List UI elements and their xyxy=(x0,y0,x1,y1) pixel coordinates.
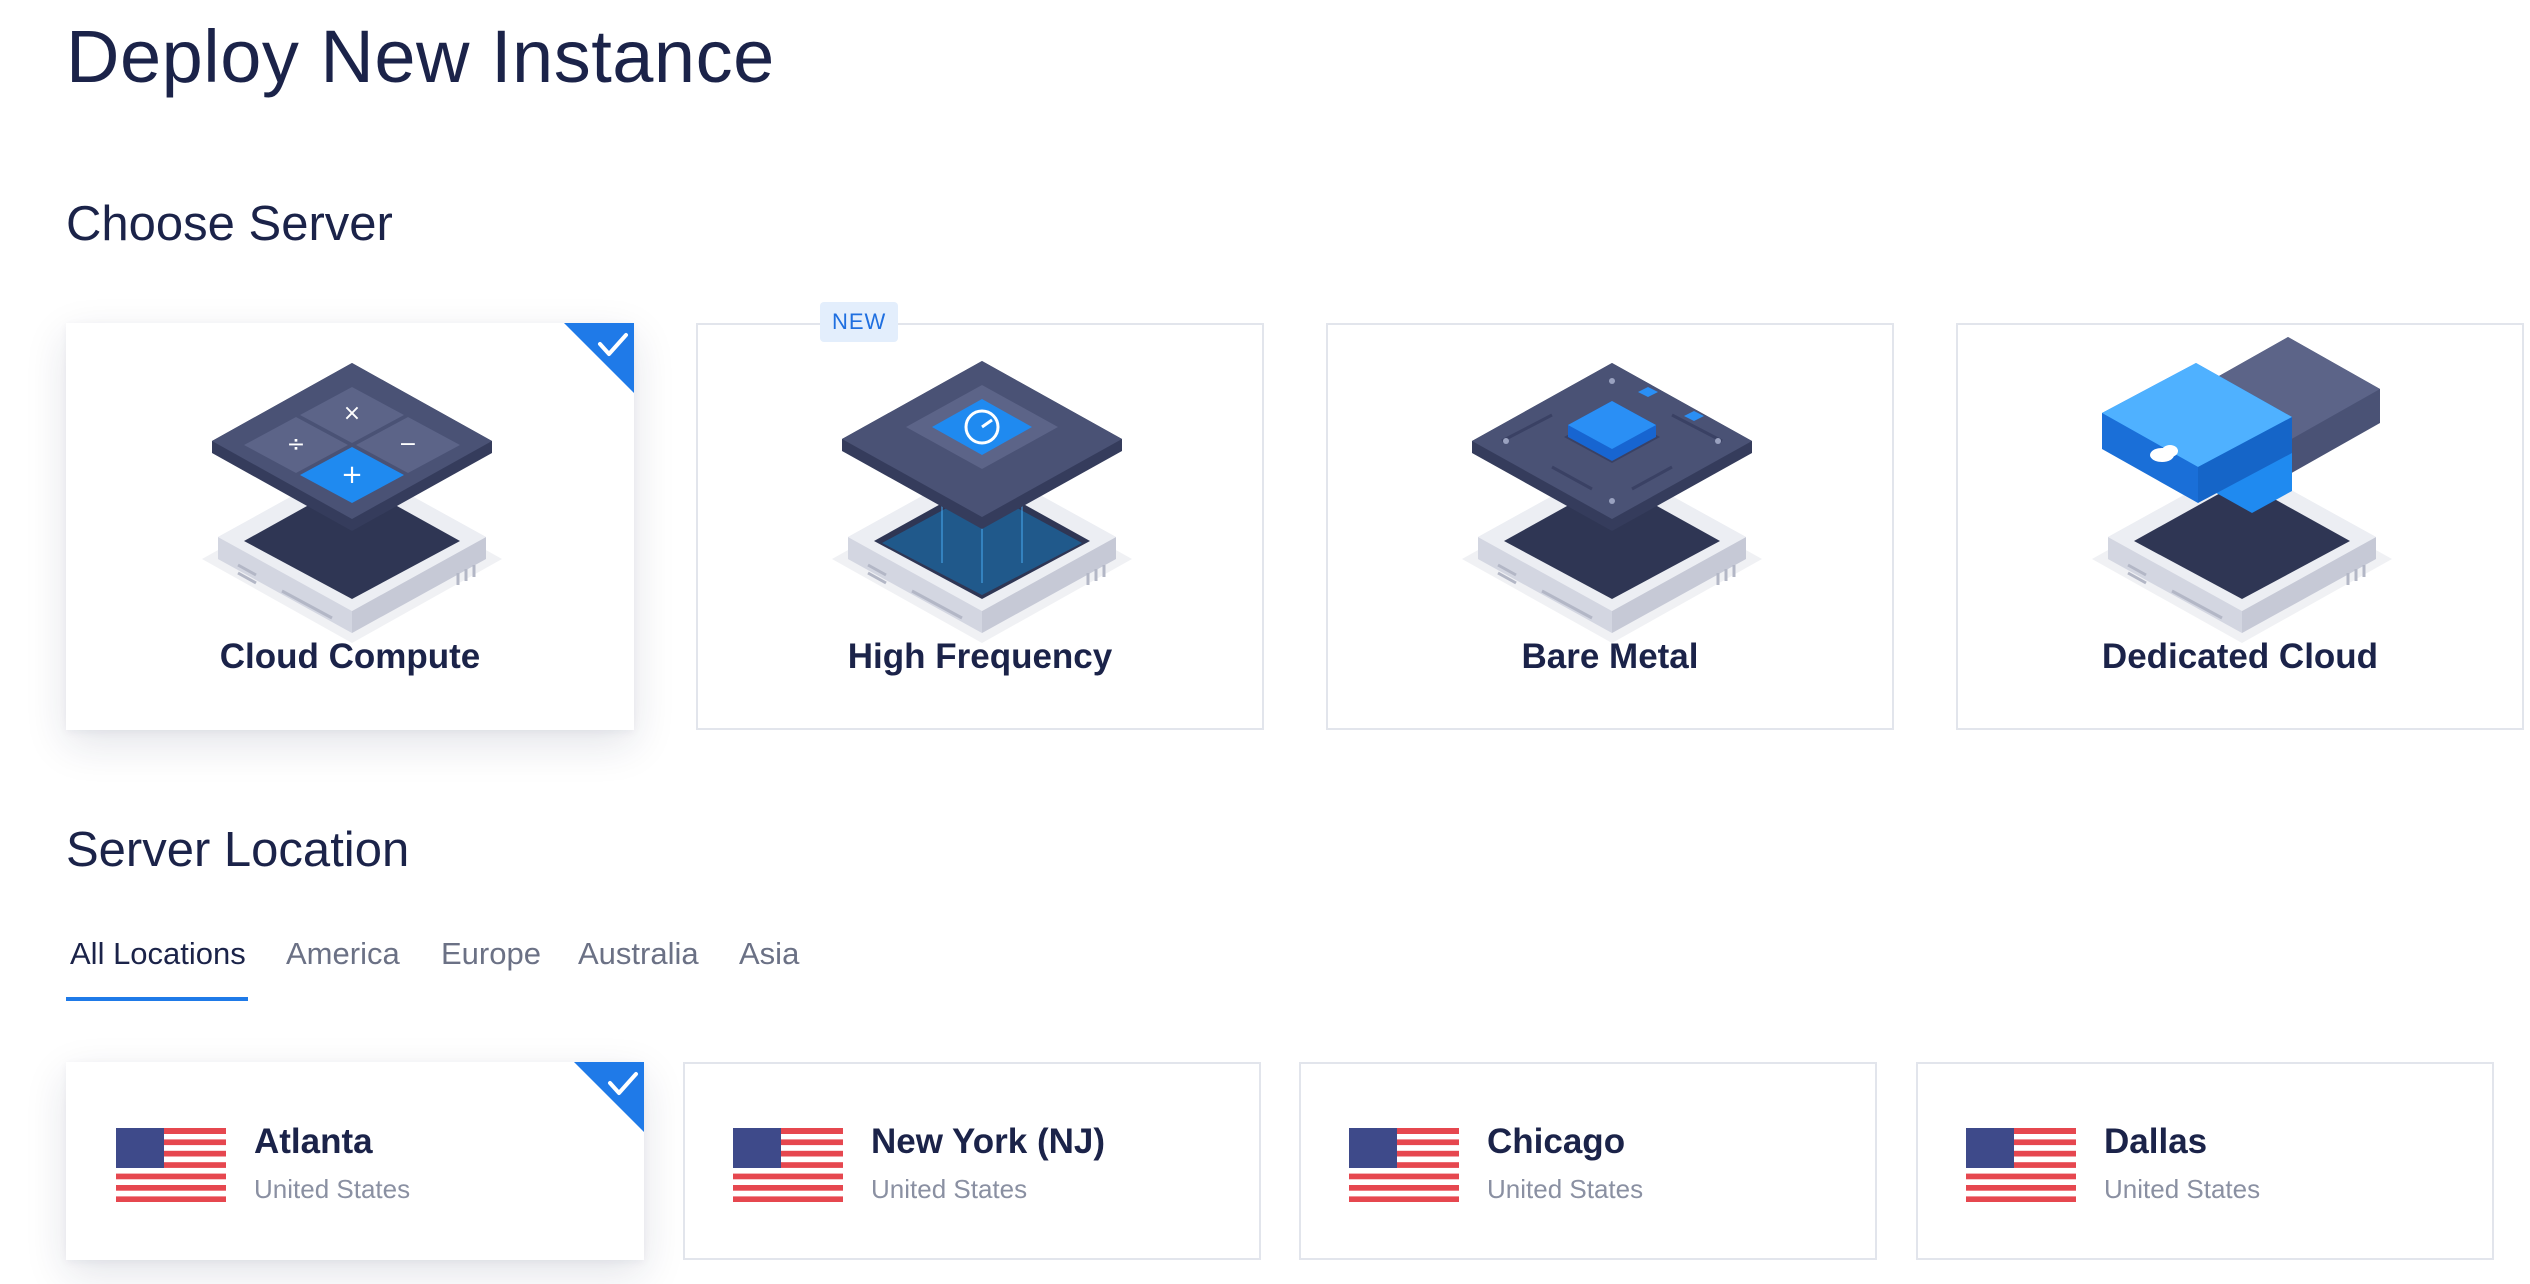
location-country: United States xyxy=(2104,1174,2261,1204)
location-card-new-york[interactable]: New York (NJ) United States xyxy=(683,1062,1261,1260)
location-city: Chicago xyxy=(1487,1122,1626,1161)
tab-america[interactable]: America xyxy=(286,936,400,972)
location-city: New York (NJ) xyxy=(871,1122,1106,1161)
bare-metal-icon xyxy=(1462,363,1762,643)
location-card-chicago[interactable]: Chicago United States xyxy=(1299,1062,1877,1260)
us-flag-icon xyxy=(1349,1128,1459,1202)
tab-asia[interactable]: Asia xyxy=(739,936,799,972)
new-badge: NEW xyxy=(820,302,899,342)
server-card-high-frequency[interactable]: High Frequency xyxy=(696,323,1264,730)
active-tab-indicator xyxy=(66,997,248,1001)
us-flag-icon xyxy=(116,1128,226,1202)
location-country: United States xyxy=(1487,1174,1644,1204)
svg-text:−: − xyxy=(399,432,417,457)
location-city: Dallas xyxy=(2104,1122,2208,1161)
dedicated-cloud-icon xyxy=(2092,337,2392,643)
tab-australia[interactable]: Australia xyxy=(578,936,699,972)
server-card-cloud-compute[interactable]: × − ÷ + Cloud Compute xyxy=(66,323,634,730)
high-frequency-icon xyxy=(832,361,1132,643)
page-title: Deploy New Instance xyxy=(66,15,775,98)
server-location-heading: Server Location xyxy=(66,823,410,877)
selected-check-icon xyxy=(564,323,634,393)
location-card-dallas[interactable]: Dallas United States xyxy=(1916,1062,2494,1260)
us-flag-icon xyxy=(1966,1128,2076,1202)
server-card-label: Bare Metal xyxy=(1521,637,1699,676)
location-city: Atlanta xyxy=(254,1122,373,1161)
server-card-dedicated-cloud[interactable]: Dedicated Cloud xyxy=(1956,323,2524,730)
tab-all-locations[interactable]: All Locations xyxy=(70,936,246,972)
selected-check-icon xyxy=(574,1062,644,1132)
choose-server-heading: Choose Server xyxy=(66,197,393,251)
svg-text:÷: ÷ xyxy=(287,432,305,457)
server-card-label: Cloud Compute xyxy=(219,637,481,676)
server-card-bare-metal[interactable]: Bare Metal xyxy=(1326,323,1894,730)
location-card-atlanta[interactable]: Atlanta United States xyxy=(66,1062,644,1260)
server-card-label: Dedicated Cloud xyxy=(2101,637,2379,676)
cloud-compute-icon: × − ÷ + xyxy=(202,363,502,643)
location-country: United States xyxy=(254,1174,411,1204)
svg-text:+: + xyxy=(341,460,363,490)
svg-text:×: × xyxy=(343,401,361,426)
server-card-label: High Frequency xyxy=(847,637,1113,676)
us-flag-icon xyxy=(733,1128,843,1202)
location-country: United States xyxy=(871,1174,1028,1204)
tab-europe[interactable]: Europe xyxy=(441,936,541,972)
